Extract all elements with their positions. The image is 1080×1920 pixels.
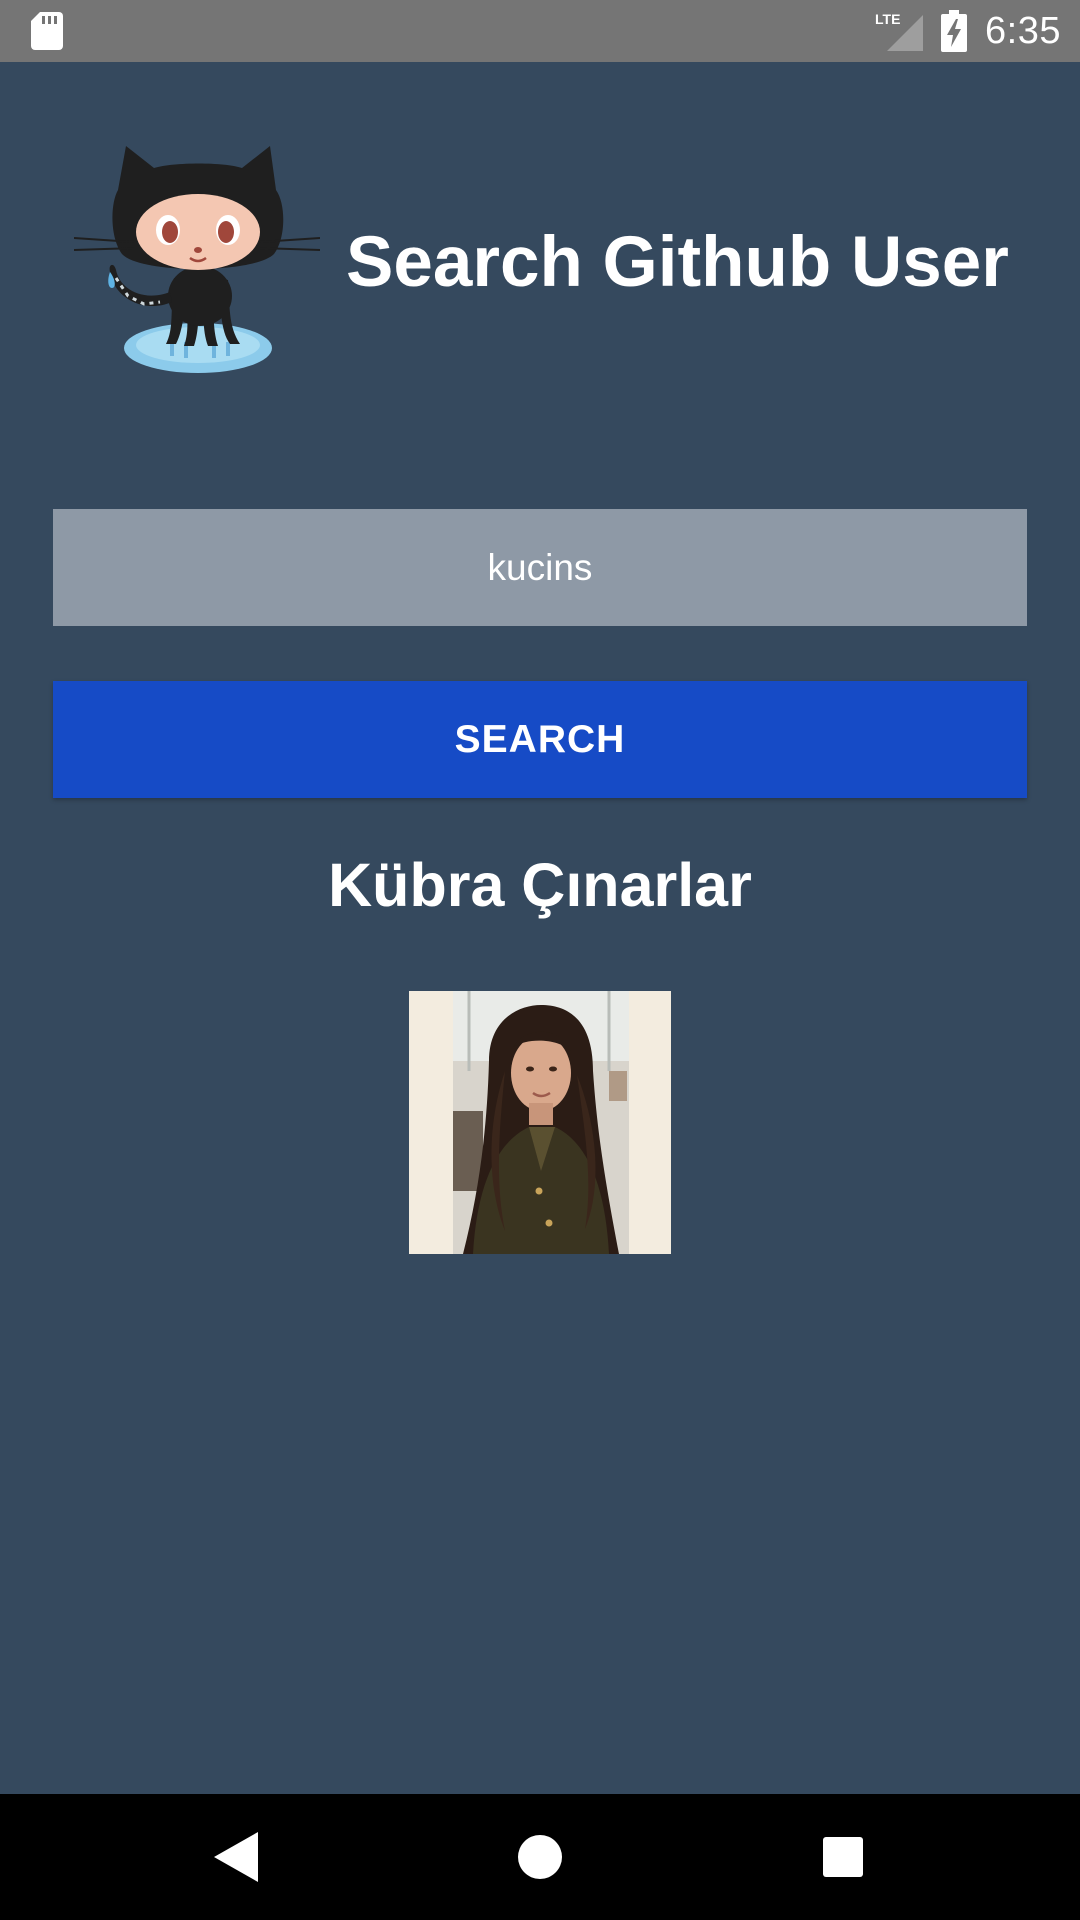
network-label: LTE — [875, 11, 900, 27]
page-title: Search Github User — [346, 223, 1009, 302]
battery-charging-icon — [941, 10, 967, 52]
back-icon[interactable] — [214, 1832, 258, 1882]
status-time: 6:35 — [985, 10, 1061, 52]
octocat-icon — [74, 146, 320, 373]
status-bar: LTE 6:35 — [0, 0, 1080, 62]
search-input[interactable] — [53, 509, 1027, 626]
recents-icon[interactable] — [823, 1837, 863, 1877]
user-name: Kübra Çınarlar — [328, 851, 752, 919]
home-icon[interactable] — [518, 1835, 562, 1879]
lte-signal-icon: LTE — [875, 11, 923, 51]
sd-card-icon — [31, 12, 63, 50]
profile-photo — [409, 991, 671, 1254]
search-button[interactable]: SEARCH — [53, 681, 1027, 798]
